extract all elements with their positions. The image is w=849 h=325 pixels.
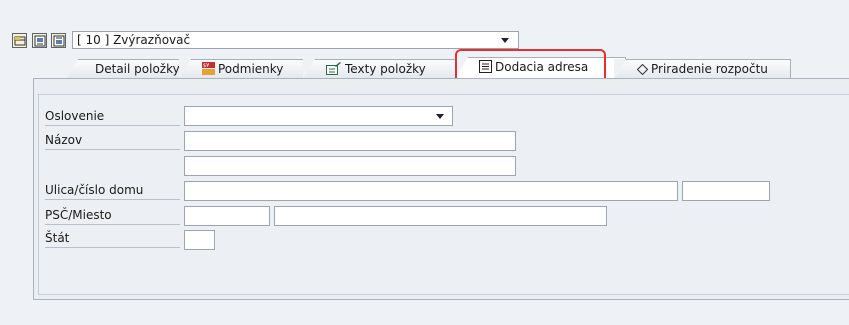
tab-item-texts[interactable]: Texty položky: [303, 59, 470, 79]
tab-strip: Detail položky $¥ Podmienky Texty položk…: [33, 57, 849, 79]
svg-text:$¥: $¥: [203, 63, 209, 69]
next-item-icon[interactable]: [51, 33, 66, 48]
item-select-value: [ 10 ] Zvýrazňovač: [77, 33, 191, 47]
tab-conditions[interactable]: $¥ Podmienky: [179, 59, 316, 79]
salutation-label: Oslovenie: [45, 107, 180, 126]
tab-label: Detail položky: [95, 62, 180, 76]
tab-budget-assignment[interactable]: Priradenie rozpočtu: [614, 59, 791, 79]
item-select-dropdown[interactable]: [ 10 ] Zvýrazňovač: [72, 31, 519, 49]
city-field[interactable]: [274, 206, 607, 226]
name1-field[interactable]: [184, 131, 516, 151]
postal-code-field[interactable]: [184, 206, 270, 226]
tab-label: Texty položky: [345, 62, 426, 76]
previous-item-icon[interactable]: [32, 33, 47, 48]
street-label: Ulica/číslo domu: [45, 181, 180, 200]
chevron-down-icon: [501, 38, 509, 43]
country-label: Štát: [45, 229, 180, 248]
salutation-select[interactable]: [184, 106, 453, 126]
name-label: Názov: [45, 131, 180, 150]
country-field[interactable]: [184, 230, 215, 250]
house-number-field[interactable]: [682, 181, 770, 201]
chevron-down-icon: [436, 114, 444, 119]
name2-field[interactable]: [184, 156, 516, 176]
tab-label: Podmienky: [218, 62, 284, 76]
collapse-icon[interactable]: [12, 33, 27, 48]
street-field[interactable]: [184, 181, 678, 201]
tab-label: Priradenie rozpočtu: [651, 62, 768, 76]
postal-label: PSČ/Miesto: [45, 206, 180, 225]
